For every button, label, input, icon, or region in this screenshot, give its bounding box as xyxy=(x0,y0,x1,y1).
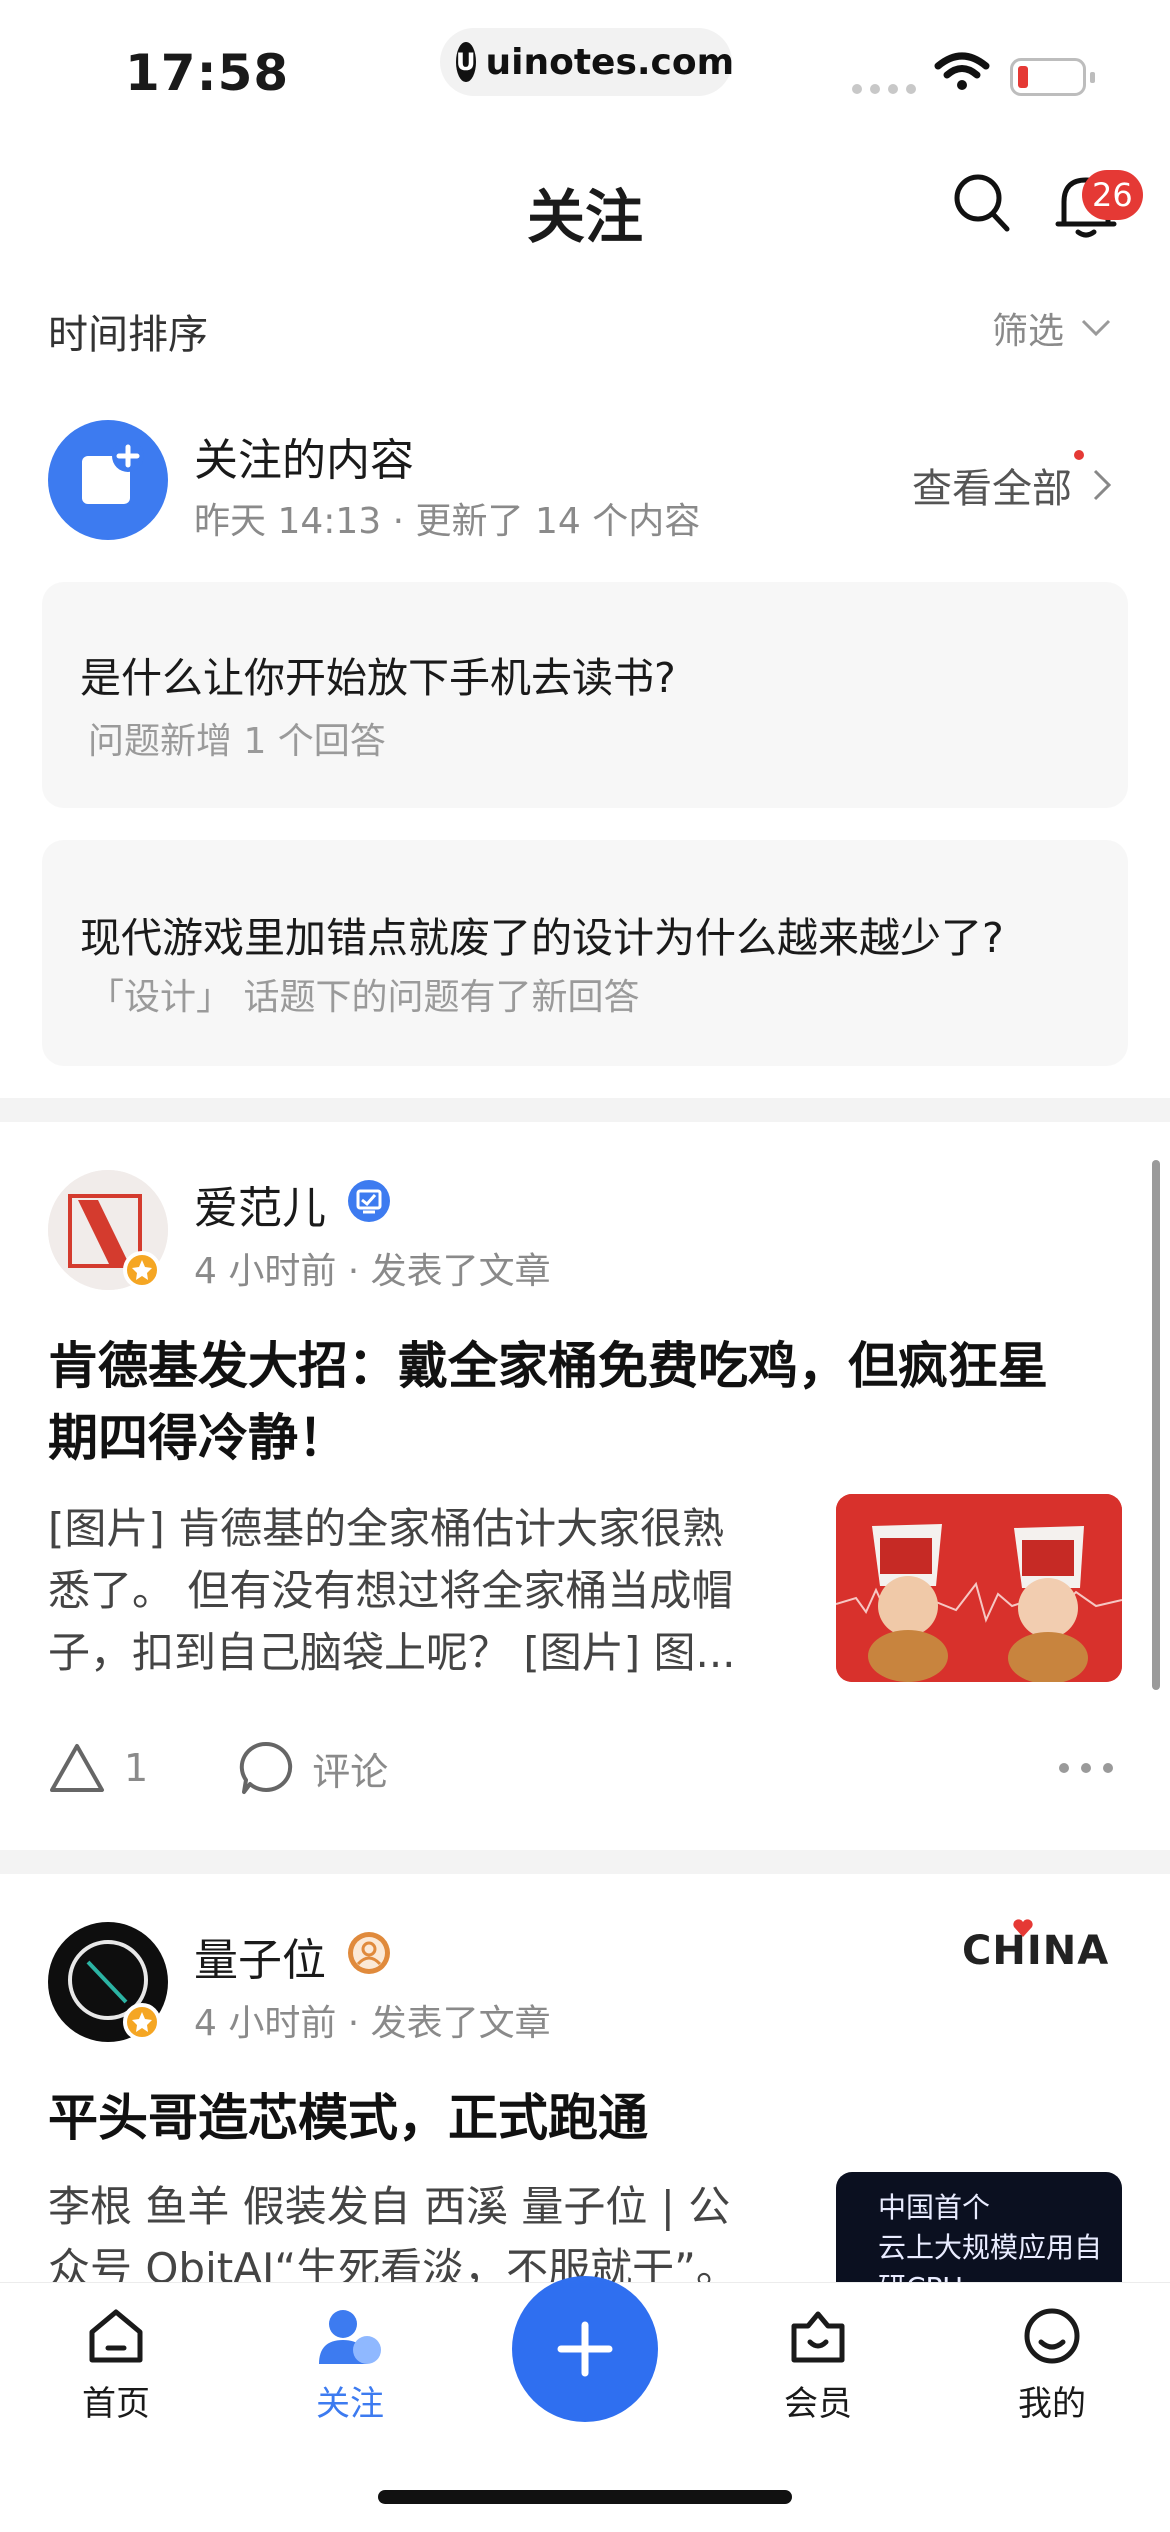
membership-icon xyxy=(791,2311,845,2363)
following-icon xyxy=(319,2310,381,2364)
article-headline[interactable]: 肯德基发大招：戴全家桶免费吃鸡，但疯狂星 期四得冷静！ xyxy=(48,1330,1128,1474)
heart-icon xyxy=(1013,1919,1033,1937)
update-card[interactable]: 现代游戏里加错点就废了的设计为什么越来越少了? 「设计」 话题下的问题有了新回答 xyxy=(42,840,1128,1066)
site-logo-icon: U xyxy=(456,42,476,82)
unread-dot xyxy=(1074,450,1084,460)
tab-membership[interactable]: 会员 xyxy=(748,2306,888,2425)
wifi-icon xyxy=(934,52,990,90)
excerpt-line: 子，扣到自己脑袋上呢？ [图片] 图... xyxy=(48,1628,736,1677)
status-time: 17:58 xyxy=(125,44,290,102)
view-all-label: 查看全部 xyxy=(912,466,1072,512)
headline-line: 期四得冷静！ xyxy=(48,1409,348,1467)
update-question: 是什么让你开始放下手机去读书? xyxy=(80,654,676,702)
brand-tag-text: CHINA xyxy=(962,1928,1110,1974)
excerpt-line: [图片] 肯德基的全家桶估计大家很熟 xyxy=(48,1504,725,1553)
home-icon xyxy=(89,2309,143,2363)
url-text: uinotes.com xyxy=(485,41,735,83)
battery-icon xyxy=(1010,58,1095,96)
comment-label: 评论 xyxy=(312,1749,389,1794)
filter-label: 筛选 xyxy=(992,311,1065,352)
tab-profile[interactable]: 我的 xyxy=(982,2306,1122,2425)
upvote-triangle-icon xyxy=(50,1744,104,1792)
comment-button[interactable]: 评论 xyxy=(238,1740,388,1796)
filter-button[interactable]: 筛选 xyxy=(992,302,1112,354)
verified-org-icon xyxy=(348,1180,390,1222)
excerpt-line: 悉了。 但有没有想过将全家桶当成帽 xyxy=(48,1566,734,1615)
tab-following[interactable]: 关注 xyxy=(280,2306,420,2425)
author-name[interactable]: 爱范儿 xyxy=(194,1172,326,1236)
search-icon[interactable] xyxy=(952,172,1012,234)
tab-label: 首页 xyxy=(82,2384,150,2424)
view-all-button[interactable]: 查看全部 xyxy=(912,456,1112,514)
scrollbar[interactable] xyxy=(1152,1160,1160,1690)
update-card[interactable]: 是什么让你开始放下手机去读书? 问题新增 1 个回答 xyxy=(42,582,1128,808)
excerpt-line: 李根 鱼羊 假装发自 西溪 量子位 | 公 xyxy=(48,2182,731,2231)
status-bar: 17:58 U uinotes.com xyxy=(0,0,1170,130)
avatar[interactable] xyxy=(48,1170,168,1290)
post-meta: 4 小时前 · 发表了文章 xyxy=(194,2003,551,2044)
update-question: 现代游戏里加错点就废了的设计为什么越来越少了? xyxy=(80,914,1004,962)
upvote-count: 1 xyxy=(124,1746,149,1790)
create-post-button[interactable] xyxy=(512,2276,658,2422)
update-note: 「设计」 话题下的问题有了新回答 xyxy=(88,977,640,1018)
section-divider xyxy=(0,1098,1170,1122)
more-options-icon[interactable] xyxy=(1058,1762,1114,1774)
sort-label[interactable]: 时间排序 xyxy=(48,302,208,360)
section-divider xyxy=(0,1850,1170,1874)
followed-content-title: 关注的内容 xyxy=(194,435,414,486)
tab-home[interactable]: 首页 xyxy=(46,2306,186,2425)
url-pill[interactable]: U uinotes.com xyxy=(440,28,735,96)
followed-content-icon xyxy=(48,420,168,540)
article-thumbnail[interactable] xyxy=(836,1494,1122,1682)
comment-icon xyxy=(240,1741,293,1794)
plus-icon xyxy=(557,2321,613,2377)
headline-line: 肯德基发大招：戴全家桶免费吃鸡，但疯狂星 xyxy=(48,1337,1048,1395)
author-name[interactable]: 量子位 xyxy=(194,1924,326,1988)
tab-label: 关注 xyxy=(316,2384,384,2424)
post-actions: 1 评论 xyxy=(48,1740,388,1796)
verified-creator-icon xyxy=(348,1932,390,1974)
cellular-signal-icon xyxy=(852,84,916,94)
brand-tag: CHINA xyxy=(962,1919,1108,1974)
article-headline[interactable]: 平头哥造芯模式，正式跑通 xyxy=(48,2082,808,2154)
chevron-right-icon xyxy=(1093,469,1112,501)
followed-content-meta: 昨天 14:13 · 更新了 14 个内容 xyxy=(194,501,701,542)
notification-badge: 26 xyxy=(1082,170,1143,220)
upvote-button[interactable]: 1 xyxy=(48,1742,148,1794)
article-excerpt[interactable]: [图片] 肯德基的全家桶估计大家很熟 悉了。 但有没有想过将全家桶当成帽 子，扣… xyxy=(48,1498,818,1684)
update-note: 问题新增 1 个回答 xyxy=(88,721,386,762)
tab-label: 我的 xyxy=(1018,2384,1086,2424)
avatar[interactable] xyxy=(48,1922,168,2042)
chevron-down-icon xyxy=(1081,319,1111,337)
tab-label: 会员 xyxy=(784,2384,852,2424)
home-indicator xyxy=(378,2490,792,2504)
thumbnail-line: 中国首个 xyxy=(878,2191,991,2224)
profile-icon xyxy=(1024,2308,1080,2364)
post-meta: 4 小时前 · 发表了文章 xyxy=(194,1251,551,1292)
